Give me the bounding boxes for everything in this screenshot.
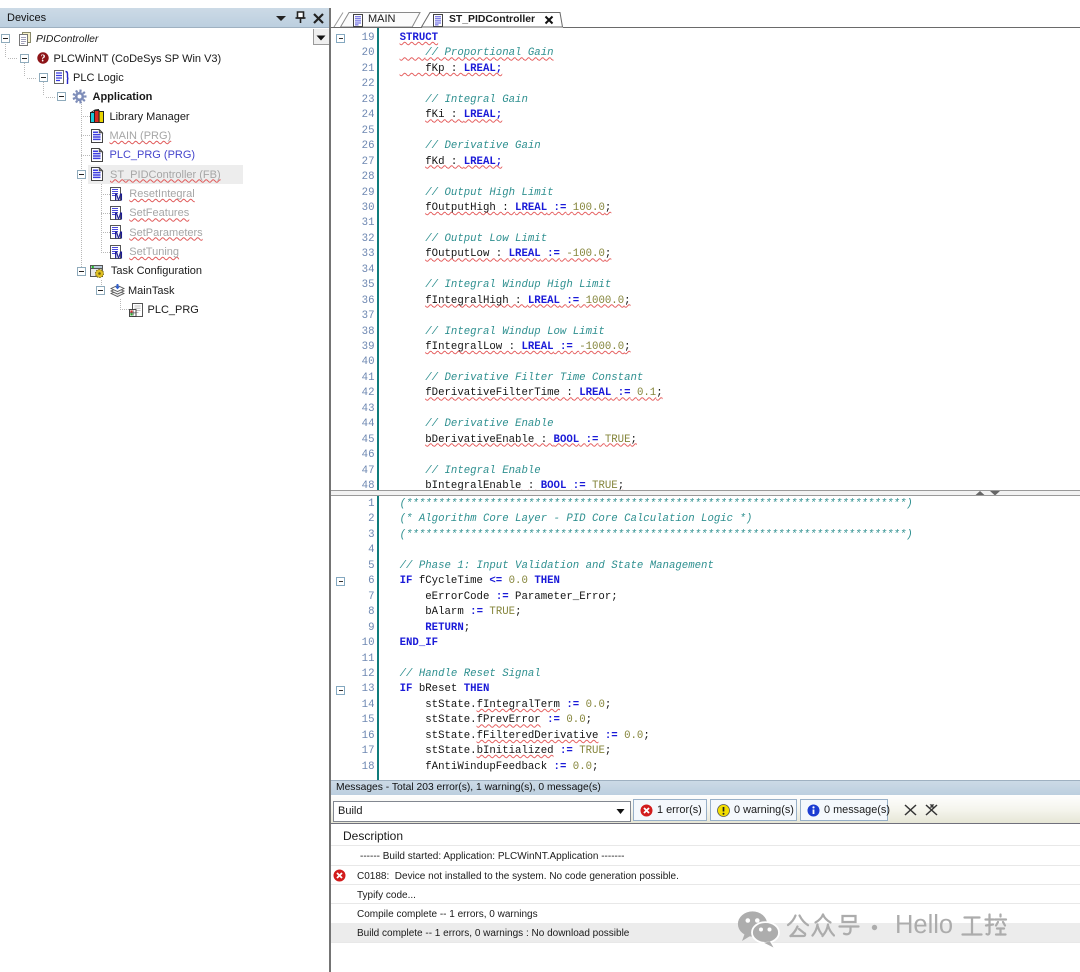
svg-text:?: ? [41,54,46,65]
svg-text:M: M [114,231,122,240]
svg-text:M: M [114,250,122,259]
svg-text:M: M [114,211,122,220]
svg-text:M: M [114,192,122,201]
